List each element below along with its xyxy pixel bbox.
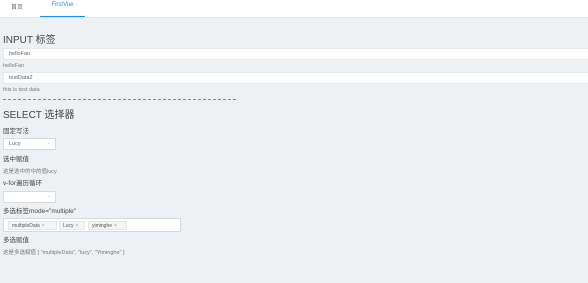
multi-select[interactable]: multipleData × Lucy × yiminghe × xyxy=(3,218,181,232)
tab-home[interactable]: 首页 xyxy=(11,2,23,11)
chevron-down-icon: ⌄ xyxy=(46,140,51,146)
test-data-echo-text: this is test data xyxy=(3,87,40,93)
multi-chip[interactable]: multipleData × xyxy=(8,221,57,230)
selected-assign-label: 选中赋值 xyxy=(3,156,29,163)
fixed-select[interactable]: Lucy ⌄ xyxy=(3,138,56,150)
close-icon[interactable]: × xyxy=(76,223,79,229)
chevron-down-icon: ⌄ xyxy=(46,193,51,199)
close-icon[interactable]: × xyxy=(114,223,117,229)
chip-label: multipleData xyxy=(12,223,40,229)
top-nav: 首页 FirstVue xyxy=(0,0,588,18)
vfor-select[interactable]: ⌄ xyxy=(3,191,56,203)
section-divider xyxy=(3,99,236,100)
fixed-select-value: Lucy xyxy=(9,141,21,147)
test-data-input[interactable]: testData2 xyxy=(3,72,588,84)
hello-echo-text: helloFan xyxy=(3,63,25,69)
chip-label: yiminghe xyxy=(92,223,113,229)
hello-input[interactable]: helloFan xyxy=(3,48,588,60)
close-icon[interactable]: × xyxy=(42,223,45,229)
multi-assign-text: 这是多选赋值 [ "multipleData", "lucy", "Yiming… xyxy=(3,250,125,256)
multi-select-label: 多选标签mode="multiple" xyxy=(3,208,77,215)
multi-chip[interactable]: Lucy × xyxy=(59,221,85,230)
select-section-heading: SELECT 选择器 xyxy=(3,110,75,121)
multi-assign-label: 多选赋值 xyxy=(3,237,29,244)
fixed-select-label: 固定写法 xyxy=(3,128,29,135)
chip-label: Lucy xyxy=(63,223,74,229)
vfor-label: v-for遍历循环 xyxy=(3,180,42,187)
input-section-heading: INPUT 标签 xyxy=(3,35,56,46)
selected-value-text: 这是选中的中的值lucy xyxy=(3,169,57,175)
multi-chip[interactable]: yiminghe × xyxy=(88,221,127,230)
tab-firstvue[interactable]: FirstVue xyxy=(40,2,85,17)
